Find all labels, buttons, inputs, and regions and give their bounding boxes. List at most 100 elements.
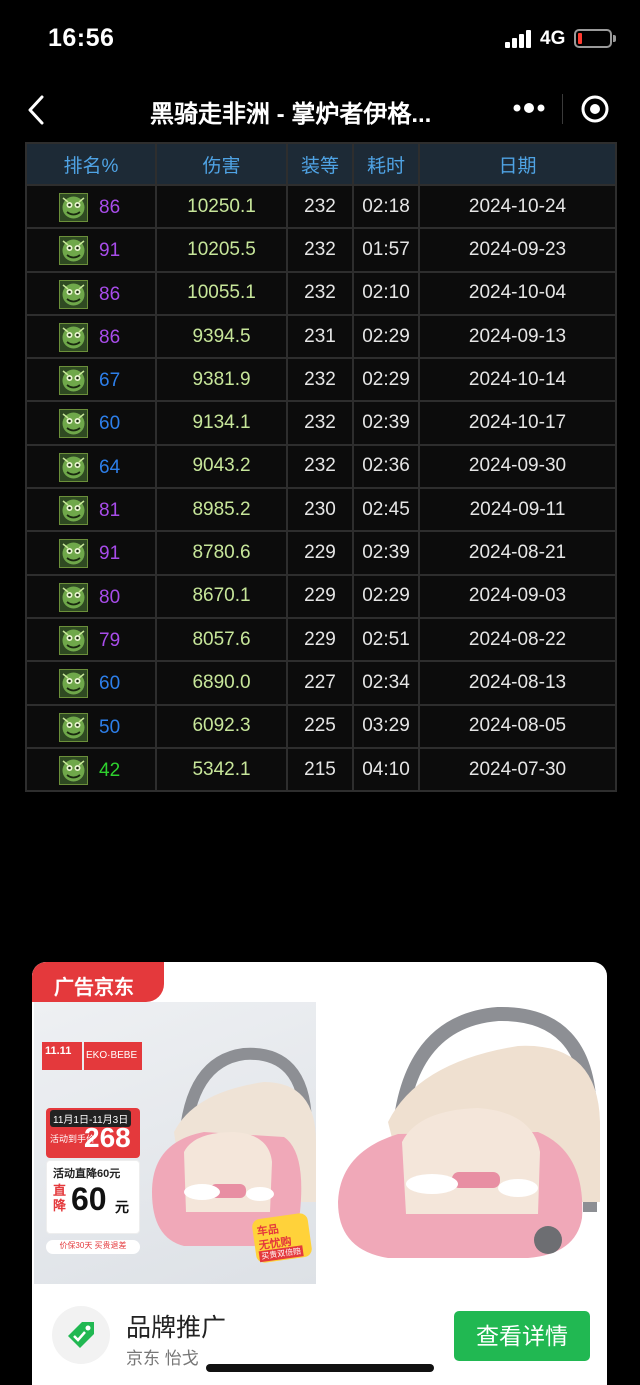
brand-subtitle: 京东 怡戈 (126, 1349, 199, 1368)
table-row[interactable]: 50 6092.3 225 03:29 2024-08-05 (25, 703, 617, 749)
table-row[interactable]: 86 9394.5 231 02:29 2024-09-13 (25, 313, 617, 360)
damage-cell: 8670.1 (155, 573, 288, 619)
table-row[interactable]: 42 5342.1 215 04:10 2024-07-30 (25, 746, 617, 793)
table-row[interactable]: 64 9043.2 232 02:36 2024-09-30 (25, 443, 617, 490)
table-row[interactable]: 81 8985.2 230 02:45 2024-09-11 (25, 487, 617, 533)
promo-logo: 11.11 EKO·BEBE (42, 1042, 142, 1070)
duration-cell: 02:51 (352, 616, 420, 663)
header-date[interactable]: 日期 (418, 142, 617, 186)
back-button[interactable] (22, 92, 58, 128)
ad-card[interactable]: 11.11 EKO·BEBE 11月1日-11月3日 活动到手价 268 活动直… (32, 962, 607, 1385)
view-details-button[interactable]: 查看详情 (454, 1311, 590, 1361)
date-cell: 2024-09-30 (418, 443, 617, 490)
date-cell: 2024-10-17 (418, 400, 617, 446)
promo-discount: 活动直降60元 直降 60 元 (46, 1160, 140, 1234)
rank-cell: 86 (25, 313, 157, 360)
table-row[interactable]: 79 8057.6 229 02:51 2024-08-22 (25, 616, 617, 663)
duration-cell: 02:39 (352, 530, 420, 576)
status-time: 16:56 (48, 24, 115, 52)
header-duration[interactable]: 耗时 (352, 142, 420, 186)
rank-percent: 60 (99, 413, 121, 435)
rank-cell: 79 (25, 616, 157, 663)
ilvl-cell: 232 (286, 357, 354, 403)
brand-name: 品牌推广 (126, 1314, 227, 1342)
ilvl-cell: 225 (286, 703, 354, 749)
header-ilvl[interactable]: 装等 (286, 142, 354, 186)
spec-icon (59, 582, 88, 612)
damage-cell: 10205.5 (155, 227, 288, 273)
home-indicator[interactable] (206, 1364, 434, 1372)
duration-cell: 02:39 (352, 400, 420, 446)
date-cell: 2024-09-03 (418, 573, 617, 619)
rank-cell: 60 (25, 660, 157, 706)
damage-cell: 9381.9 (155, 357, 288, 403)
rank-cell: 64 (25, 443, 157, 490)
rank-percent: 91 (99, 240, 121, 262)
rank-percent: 86 (99, 283, 121, 305)
damage-cell: 8985.2 (155, 487, 288, 533)
damage-cell: 9134.1 (155, 400, 288, 446)
duration-cell: 02:29 (352, 313, 420, 360)
table-row[interactable]: 67 9381.9 232 02:29 2024-10-14 (25, 357, 617, 403)
rank-cell: 86 (25, 270, 157, 316)
date-cell: 2024-09-23 (418, 227, 617, 273)
date-cell: 2024-09-13 (418, 313, 617, 360)
ilvl-cell: 232 (286, 227, 354, 273)
table-row[interactable]: 60 6890.0 227 02:34 2024-08-13 (25, 660, 617, 706)
spec-icon (59, 669, 88, 699)
table-row[interactable]: 86 10055.1 232 02:10 2024-10-04 (25, 270, 617, 316)
rank-cell: 67 (25, 357, 157, 403)
promo-badge: 车品 无忧购 买贵双倍赔 (251, 1212, 313, 1264)
ad-image-right[interactable] (328, 1002, 603, 1284)
target-icon (581, 95, 609, 123)
rank-cell: 81 (25, 487, 157, 533)
table-row[interactable]: 60 9134.1 232 02:39 2024-10-17 (25, 400, 617, 446)
table-row[interactable]: 80 8670.1 229 02:29 2024-09-03 (25, 573, 617, 619)
damage-cell: 10055.1 (155, 270, 288, 316)
duration-cell: 03:29 (352, 703, 420, 749)
more-button[interactable] (512, 96, 546, 120)
spec-icon (59, 539, 88, 569)
table-row[interactable]: 91 8780.6 229 02:39 2024-08-21 (25, 530, 617, 576)
duration-cell: 02:10 (352, 270, 420, 316)
page-title: 黑骑走非洲 - 掌炉者伊格... (150, 101, 432, 128)
table-row[interactable]: 86 10250.1 232 02:18 2024-10-24 (25, 183, 617, 230)
date-cell: 2024-08-22 (418, 616, 617, 663)
chevron-left-icon (28, 95, 44, 125)
ilvl-cell: 230 (286, 487, 354, 533)
rank-cell: 91 (25, 530, 157, 576)
spec-icon (59, 366, 88, 396)
damage-cell: 9043.2 (155, 443, 288, 490)
duration-cell: 02:29 (352, 357, 420, 403)
damage-cell: 5342.1 (155, 746, 288, 793)
damage-cell: 6092.3 (155, 703, 288, 749)
damage-cell: 8057.6 (155, 616, 288, 663)
duration-cell: 02:36 (352, 443, 420, 490)
rank-cell: 91 (25, 227, 157, 273)
rank-cell: 50 (25, 703, 157, 749)
ilvl-cell: 215 (286, 746, 354, 793)
rank-cell: 80 (25, 573, 157, 619)
rank-percent: 60 (99, 673, 121, 695)
signal-icon (505, 30, 535, 48)
rank-cell: 60 (25, 400, 157, 446)
promo-price: 11月1日-11月3日 活动到手价 268 (46, 1108, 140, 1158)
header-rank[interactable]: 排名% (25, 142, 157, 186)
date-cell: 2024-10-24 (418, 183, 617, 230)
close-miniprogram-button[interactable] (580, 94, 610, 124)
duration-cell: 04:10 (352, 746, 420, 793)
table-row[interactable]: 91 10205.5 232 01:57 2024-09-23 (25, 227, 617, 273)
price-tag-icon (68, 1322, 94, 1348)
ranking-table: 排名% 伤害 装等 耗时 日期 86 10250.1 232 02:18 202… (25, 142, 617, 793)
header-damage[interactable]: 伤害 (155, 142, 288, 186)
rank-percent: 42 (99, 759, 121, 781)
network-type: 4G (540, 28, 566, 49)
spec-icon (59, 236, 88, 266)
brand-icon (52, 1306, 110, 1364)
ad-tag: 广告京东 (32, 962, 164, 1002)
rank-percent: 81 (99, 500, 121, 522)
rank-cell: 42 (25, 746, 157, 793)
ad-image-left[interactable]: 11.11 EKO·BEBE 11月1日-11月3日 活动到手价 268 活动直… (34, 1002, 316, 1284)
damage-cell: 9394.5 (155, 313, 288, 360)
spec-icon (59, 452, 88, 482)
